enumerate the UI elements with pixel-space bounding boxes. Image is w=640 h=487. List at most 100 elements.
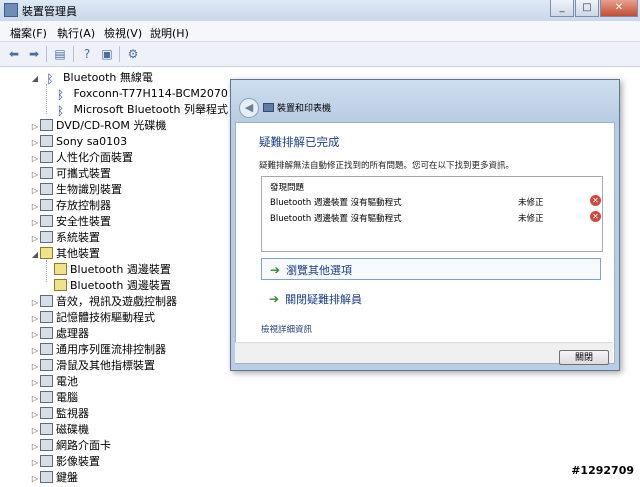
monitor-icon xyxy=(40,407,53,419)
tree-item-storage[interactable]: ▷ 存放控制器 xyxy=(30,198,111,214)
tree-item-label: 磁碟機 xyxy=(56,423,89,436)
tree-item-bt-peripheral[interactable]: Bluetooth 週邊裝置 xyxy=(54,278,171,294)
storage-controller-icon xyxy=(40,199,53,211)
expand-icon[interactable]: ▷ xyxy=(30,119,40,135)
tree-item-label: 監視器 xyxy=(56,407,89,420)
expand-icon[interactable]: ▷ xyxy=(30,231,40,247)
expand-icon[interactable]: ▷ xyxy=(30,455,40,471)
tree-item-system[interactable]: ▷ 系統裝置 xyxy=(30,230,100,246)
maximize-button[interactable]: □ xyxy=(575,0,599,17)
tree-item-audio[interactable]: ▷ 音效，視訊及遊戲控制器 xyxy=(30,294,177,310)
expand-icon[interactable]: ▷ xyxy=(30,135,40,151)
expand-icon[interactable]: ▷ xyxy=(30,471,40,487)
tree-item-security[interactable]: ▷ 安全性裝置 xyxy=(30,214,111,230)
tree-item-label: Sony sa0103 xyxy=(56,135,128,148)
network-adapter-icon xyxy=(40,439,53,451)
problems-found-title: 發現問題 xyxy=(270,183,305,193)
collapse-icon[interactable]: ◢ xyxy=(30,71,40,87)
tree-item-label: 存放控制器 xyxy=(56,199,111,212)
problem-row: Bluetooth 週邊裝置 沒有驅動程式 未修正 ✕ xyxy=(270,211,601,224)
tree-item-foxconn[interactable]: ᛒ Foxconn-T77H114-BCM2070 xyxy=(54,86,228,102)
view-icon[interactable]: ▣ xyxy=(99,46,115,62)
expand-icon[interactable]: ▷ xyxy=(30,183,40,199)
expand-icon[interactable]: ▷ xyxy=(30,151,40,167)
scan-icon[interactable]: ⚙ xyxy=(125,46,141,62)
warning-device-icon xyxy=(54,263,67,275)
tree-item-label: 音效，視訊及遊戲控制器 xyxy=(56,295,177,308)
expand-icon[interactable]: ▷ xyxy=(30,199,40,215)
back-button[interactable]: ◀ xyxy=(239,98,259,118)
dialog-header: ◀ 裝置和印表機 xyxy=(231,80,619,122)
tree-item-label: DVD/CD-ROM 光碟機 xyxy=(56,119,167,132)
tree-item-bt-peripheral[interactable]: Bluetooth 週邊裝置 xyxy=(54,262,171,278)
tree-item-label: 處理器 xyxy=(56,327,89,340)
view-details-link[interactable]: 檢視詳細資訊 xyxy=(261,323,312,335)
toolbar: ⬅ ➡ ▤ ? ▣ ⚙ xyxy=(0,42,640,67)
expand-icon[interactable]: ▷ xyxy=(30,375,40,391)
tree-item-ms-bluetooth[interactable]: ᛒ Microsoft Bluetooth 列舉程式 xyxy=(54,102,228,118)
forward-arrow-icon[interactable]: ➡ xyxy=(26,46,42,62)
tree-item-mouse[interactable]: ▷ 滑鼠及其他指標裝置 xyxy=(30,358,155,374)
tree-item-computer[interactable]: ▷ 電腦 xyxy=(30,390,78,406)
mouse-icon xyxy=(40,359,53,371)
help-icon[interactable]: ? xyxy=(79,46,95,62)
tree-item-label: 可攜式裝置 xyxy=(56,167,111,180)
tree-item-other[interactable]: ◢ 其他裝置 xyxy=(30,246,100,262)
tree-item-network[interactable]: ▷ 網路介面卡 xyxy=(30,438,111,454)
menu-action[interactable]: 執行(A) xyxy=(57,25,95,41)
expand-icon[interactable]: ▷ xyxy=(30,295,40,311)
system-device-icon xyxy=(40,231,53,243)
tree-item-keyboard[interactable]: ▷ 鍵盤 xyxy=(30,470,78,486)
tree-item-usb[interactable]: ▷ 通用序列匯流排控制器 xyxy=(30,342,166,358)
explore-options-link[interactable]: ➔ 瀏覽其他選項 xyxy=(261,258,601,280)
tree-item-label: Bluetooth 週邊裝置 xyxy=(70,263,171,276)
tree-item-monitor[interactable]: ▷ 監視器 xyxy=(30,406,89,422)
back-arrow-icon[interactable]: ⬅ xyxy=(6,46,22,62)
tree-item-dvd[interactable]: ▷ DVD/CD-ROM 光碟機 xyxy=(30,118,166,134)
dialog-subtitle: 疑難排解無法自動修正找到的所有問題。您可在以下找到更多資訊。 xyxy=(259,161,515,171)
expand-icon[interactable]: ▷ xyxy=(30,327,40,343)
tree-item-label: Bluetooth 週邊裝置 xyxy=(70,279,171,292)
minimize-button[interactable]: _ xyxy=(550,0,574,17)
tree-item-imaging[interactable]: ▷ 影像裝置 xyxy=(30,454,100,470)
tree-item-disk[interactable]: ▷ 磁碟機 xyxy=(30,422,89,438)
tree-item-portable[interactable]: ▷ 可攜式裝置 xyxy=(30,166,111,182)
error-icon: ✕ xyxy=(590,211,601,222)
expand-icon[interactable]: ▷ xyxy=(30,343,40,359)
tree-item-bluetooth[interactable]: ◢ ᛒ Bluetooth 無線電 xyxy=(30,70,153,86)
tree-item-label: 生物識別裝置 xyxy=(56,183,122,196)
computer-icon xyxy=(40,391,53,403)
option-label: 關閉疑難排解員 xyxy=(285,293,363,306)
tree-item-sony[interactable]: ▷ Sony sa0103 xyxy=(30,134,127,150)
menu-help[interactable]: 說明(H) xyxy=(150,25,189,41)
expand-icon[interactable]: ▷ xyxy=(30,167,40,183)
expand-icon[interactable]: ▷ xyxy=(30,391,40,407)
green-arrow-icon: ➔ xyxy=(269,292,280,306)
close-button[interactable]: 關閉 xyxy=(559,350,609,365)
expand-icon[interactable]: ▷ xyxy=(30,439,40,455)
tree-item-memory[interactable]: ▷ 記憶體技術驅動程式 xyxy=(30,310,155,326)
close-troubleshooter-link[interactable]: ➔ 關閉疑難排解員 xyxy=(261,288,601,310)
expand-icon[interactable]: ▷ xyxy=(30,215,40,231)
tree-item-label: 記憶體技術驅動程式 xyxy=(56,311,155,324)
disk-drive-icon xyxy=(40,423,53,435)
expand-icon[interactable]: ▷ xyxy=(30,407,40,423)
dialog-footer xyxy=(235,342,613,363)
properties-icon[interactable]: ▤ xyxy=(52,46,68,62)
tree-item-label: 安全性裝置 xyxy=(56,215,111,228)
tree-item-label: 電腦 xyxy=(56,391,78,404)
memory-icon xyxy=(40,311,53,323)
menu-file[interactable]: 檔案(F) xyxy=(10,25,47,41)
expand-icon[interactable]: ▷ xyxy=(30,423,40,439)
menu-bar: 檔案(F) 執行(A) 檢視(V) 說明(H) xyxy=(0,21,640,42)
tree-item-battery[interactable]: ▷ 電池 xyxy=(30,374,78,390)
tree-item-processor[interactable]: ▷ 處理器 xyxy=(30,326,89,342)
collapse-icon[interactable]: ◢ xyxy=(30,247,40,263)
expand-icon[interactable]: ▷ xyxy=(30,311,40,327)
close-window-button[interactable]: ✕ xyxy=(600,0,638,17)
expand-icon[interactable]: ▷ xyxy=(30,359,40,375)
tree-item-hid[interactable]: ▷ 人性化介面裝置 xyxy=(30,150,133,166)
menu-view[interactable]: 檢視(V) xyxy=(104,25,142,41)
keyboard-icon xyxy=(40,471,53,483)
tree-item-biometric[interactable]: ▷ 生物識別裝置 xyxy=(30,182,122,198)
